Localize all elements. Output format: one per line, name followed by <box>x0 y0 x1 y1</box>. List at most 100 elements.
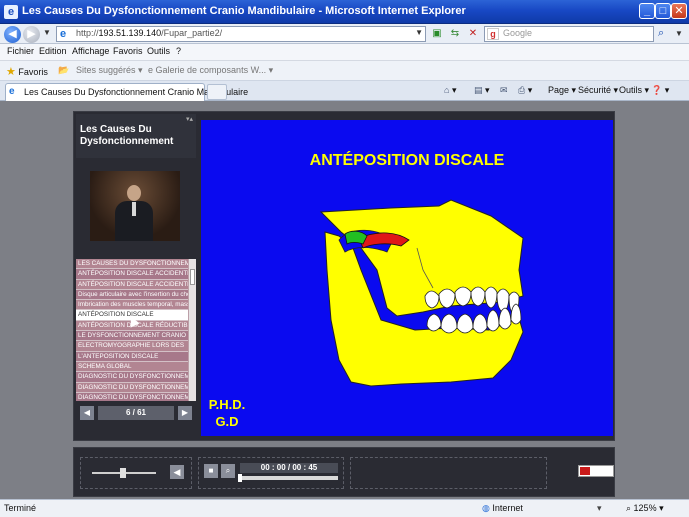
next-slide-button[interactable]: ▶ <box>178 406 192 420</box>
progress-knob[interactable] <box>238 474 242 482</box>
new-tab-button[interactable] <box>207 84 227 100</box>
address-toolbar: ◀ ▶ ▼ e http://193.51.139.140/Fupar_part… <box>0 24 689 44</box>
progress-bar[interactable] <box>240 476 338 480</box>
favorites-label: Favoris <box>18 67 48 77</box>
tab-active[interactable]: e Les Causes Du Dysfonctionnement Cranio… <box>5 83 248 101</box>
chapter-items: LES CAUSES DU DYSFONCTIONNEMENTANTÉPOSIT… <box>76 259 196 401</box>
panel-corner-icon: ▾▴ <box>185 116 193 123</box>
search-input[interactable]: g Google <box>484 26 654 42</box>
search-dropdown-icon[interactable]: ▼ <box>675 29 683 38</box>
chapter-item[interactable]: ELECTROMYOGRAPHIE LORS DES <box>76 341 188 352</box>
prev-slide-button[interactable]: ◀ <box>80 406 94 420</box>
chapter-item[interactable]: SCHEMA GLOBAL <box>76 361 188 373</box>
search-icon[interactable]: ⌕ <box>658 27 664 40</box>
speaker-icon[interactable]: ◀ <box>170 465 184 479</box>
menu-edit[interactable]: Edition <box>39 46 67 56</box>
chapter-item[interactable]: L'ANTEPOSITION DISCALE <box>76 351 188 362</box>
stop-button[interactable]: ■ <box>204 464 218 478</box>
chapter-item[interactable]: Imbrication des muscles temporal, massét… <box>76 300 188 311</box>
tools-menu[interactable]: Outils ▾ <box>619 85 649 96</box>
url-path: /Fupar_partie2/ <box>161 28 223 38</box>
slide-credit: P.H.D. G.D <box>204 396 250 430</box>
chapter-scrollbar[interactable] <box>189 259 196 401</box>
playback-zone <box>198 457 344 489</box>
extra-zone <box>350 457 547 489</box>
menu-favorites[interactable]: Favoris <box>113 46 143 56</box>
speaker-head <box>127 185 141 201</box>
disc-green-shape <box>344 230 368 245</box>
close-button[interactable]: ✕ <box>671 3 687 19</box>
menu-view[interactable]: Affichage <box>72 46 109 56</box>
menu-file[interactable]: Fichier <box>7 46 34 56</box>
chapter-item[interactable]: DIAGNOSTIC DU DYSFONCTIONNEMENT <box>76 372 188 383</box>
history-dropdown-icon[interactable]: ▼ <box>43 28 51 37</box>
stop-icon[interactable]: ✕ <box>466 27 480 41</box>
minimize-button[interactable]: _ <box>639 3 655 19</box>
tab-page-icon: e <box>9 86 15 97</box>
favorites-bar: ★ Favoris 📂 Sites suggérés ▾ e Galerie d… <box>0 61 689 81</box>
forward-button[interactable]: ▶ <box>23 26 40 43</box>
add-favorite-icon[interactable]: 📂 <box>58 65 69 76</box>
back-button[interactable]: ◀ <box>4 26 21 43</box>
zoom-level[interactable]: ⌕ 125% ▾ <box>626 503 664 514</box>
credit-line1: P.H.D. <box>208 397 246 412</box>
star-icon: ★ <box>6 66 16 78</box>
protected-mode-icon[interactable]: ▾ <box>597 503 602 514</box>
menu-tools[interactable]: Outils <box>147 46 170 56</box>
logo-mark <box>580 467 590 475</box>
university-logo <box>578 465 614 477</box>
help-icon[interactable]: ❓ ▾ <box>651 85 669 96</box>
refresh-icon[interactable]: ⇆ <box>448 27 462 41</box>
address-input[interactable]: e http://193.51.139.140/Fupar_partie2/ ▼ <box>56 26 426 42</box>
zoom-icon[interactable]: ⌕ <box>221 464 235 478</box>
course-title-line2: Dysfonctionnement <box>80 136 174 147</box>
url-prefix: http:// <box>76 28 99 38</box>
chapter-scroll-thumb[interactable] <box>190 269 195 285</box>
globe-icon: ◍ <box>482 503 490 513</box>
url-text: http://193.51.139.140/Fupar_partie2/ <box>76 28 222 38</box>
address-dropdown-icon[interactable]: ▼ <box>415 28 423 37</box>
tab-bar: e Les Causes Du Dysfonctionnement Cranio… <box>0 81 689 101</box>
speaker-video[interactable] <box>90 171 180 241</box>
menu-help[interactable]: ? <box>176 46 181 56</box>
chapter-item[interactable]: Disque articulaire avec l'insertion du c… <box>76 289 188 301</box>
status-text: Terminé <box>4 503 37 513</box>
compatibility-icon[interactable]: ▣ <box>430 27 444 41</box>
favorites-button[interactable]: ★ Favoris <box>6 65 48 78</box>
course-title-line1: Les Causes Du <box>80 124 152 135</box>
volume-slider-knob[interactable] <box>120 468 126 478</box>
title-bar: e Les Causes Du Dysfonctionnement Cranio… <box>0 0 689 24</box>
page-menu[interactable]: Page ▾ <box>548 85 576 96</box>
menu-bar: Fichier Edition Affichage Favoris Outils… <box>0 44 689 61</box>
chapter-item[interactable]: DIAGNOSTIC DU DYSFONCTIONNEMENT <box>76 392 188 401</box>
chapter-item[interactable]: DIAGNOSTIC DU DYSFONCTIONNEMENT <box>76 382 188 393</box>
suggested-sites-label: Sites suggérés <box>76 65 136 75</box>
course-title-text: Les Causes Du Dysfonctionnement <box>80 124 173 148</box>
slide-counter: 6 / 61 <box>98 406 174 420</box>
maximize-button[interactable]: □ <box>655 3 671 19</box>
zone-label: Internet <box>492 503 523 513</box>
security-zone: ◍ Internet <box>482 503 523 514</box>
chapter-item[interactable]: ANTÉPOSITION DISCALE ACCIDENTELLE <box>76 269 188 280</box>
jaw-illustration <box>319 199 524 387</box>
status-bar: Terminé ◍ Internet ▾ ⌕ 125% ▾ <box>0 499 689 517</box>
security-menu-label: Sécurité <box>578 85 612 95</box>
url-host: 193.51.139.140 <box>98 28 162 38</box>
speaker-tie <box>132 202 136 216</box>
course-title: ▾▴ Les Causes Du Dysfonctionnement <box>76 114 196 158</box>
security-menu[interactable]: Sécurité ▾ <box>578 85 618 96</box>
gallery-link[interactable]: e Galerie de composants W... ▾ <box>148 65 273 76</box>
feeds-icon[interactable]: ▤ ▾ <box>474 85 490 96</box>
chapter-item[interactable]: ANTÉPOSITION DISCALE ACCIDENTELLE <box>76 279 188 290</box>
chapter-item[interactable]: LES CAUSES DU DYSFONCTIONNEMENT <box>76 259 188 270</box>
gallery-label: Galerie de composants W... <box>155 65 267 75</box>
ie-icon: e <box>4 5 18 19</box>
slide-view: ANTÉPOSITION DISCALE P.H.D. G.D <box>201 120 613 436</box>
page-content: ▾▴ Les Causes Du Dysfonctionnement LES C… <box>0 102 689 499</box>
print-icon[interactable]: ⎙ ▾ <box>518 85 532 96</box>
chapter-item[interactable]: LE DYSFONCTIONNEMENT CRANIO <box>76 331 188 342</box>
page-icon: e <box>60 28 67 40</box>
home-icon[interactable]: ⌂ ▾ <box>444 85 456 96</box>
mail-icon[interactable]: ✉ <box>500 85 508 96</box>
suggested-sites-link[interactable]: Sites suggérés ▾ <box>76 65 143 76</box>
